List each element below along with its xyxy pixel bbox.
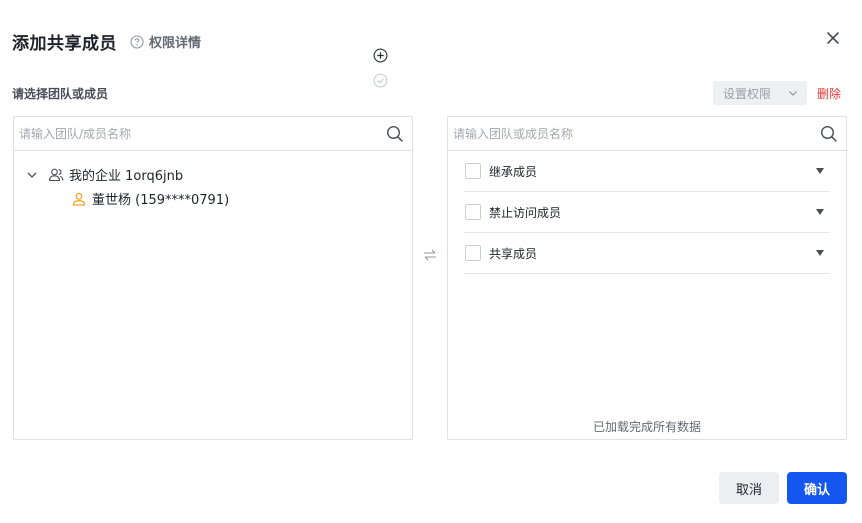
member-picker-panel: 我的企业 1orq6jnb 董世杨 (159****0791) <box>13 116 413 440</box>
selected-search-input[interactable] <box>453 126 793 141</box>
cancel-button[interactable]: 取消 <box>719 472 779 504</box>
permission-select-value: 设置权限 <box>723 86 772 101</box>
tree-node-member[interactable]: 董世杨 (159****0791) <box>72 189 229 208</box>
permission-select[interactable]: 设置权限 <box>713 81 807 105</box>
close-icon[interactable] <box>826 31 840 45</box>
dialog-title: 添加共享成员 <box>12 34 117 54</box>
permission-help-link[interactable]: 权限详情 <box>130 32 201 51</box>
chevron-down-icon[interactable] <box>26 169 38 181</box>
chevron-down-icon <box>789 91 797 96</box>
delete-button[interactable]: 删除 <box>817 85 841 102</box>
role-checkbox[interactable] <box>465 245 481 261</box>
question-circle-icon <box>130 34 144 49</box>
permission-help-label: 权限详情 <box>149 36 202 51</box>
member-name: 董世杨 (159****0791) <box>92 193 230 208</box>
role-group-list: 继承成员 禁止访问成员 共享成员 <box>464 151 830 274</box>
tree-node-org[interactable]: 我的企业 1orq6jnb <box>26 165 183 184</box>
role-label: 继承成员 <box>489 164 538 179</box>
check-circle-icon[interactable] <box>373 73 388 88</box>
transfer-icon <box>424 249 436 261</box>
confirm-button[interactable]: 确认 <box>787 472 847 504</box>
left-search-bar <box>14 117 412 151</box>
role-group-forbidden[interactable]: 禁止访问成员 <box>464 192 830 233</box>
role-label: 共享成员 <box>489 246 538 261</box>
role-checkbox[interactable] <box>465 204 481 220</box>
add-circle-icon[interactable] <box>373 48 388 63</box>
team-icon <box>48 168 64 181</box>
role-group-shared[interactable]: 共享成员 <box>464 233 830 274</box>
caret-down-icon[interactable] <box>816 209 824 215</box>
right-search-bar <box>448 117 846 151</box>
selected-members-panel: 继承成员 禁止访问成员 共享成员 已加载完成所有数据 <box>447 116 847 440</box>
role-label: 禁止访问成员 <box>489 205 562 220</box>
select-team-label: 请选择团队或成员 <box>12 87 109 101</box>
load-status: 已加载完成所有数据 <box>592 420 701 434</box>
org-name: 我的企业 1orq6jnb <box>69 169 184 184</box>
caret-down-icon[interactable] <box>816 250 824 256</box>
caret-down-icon[interactable] <box>816 168 824 174</box>
search-icon[interactable] <box>386 125 404 143</box>
role-checkbox[interactable] <box>465 163 481 179</box>
search-icon[interactable] <box>820 125 838 143</box>
user-icon <box>72 192 86 206</box>
team-member-search-input[interactable] <box>19 126 359 141</box>
role-group-inherited[interactable]: 继承成员 <box>464 151 830 192</box>
